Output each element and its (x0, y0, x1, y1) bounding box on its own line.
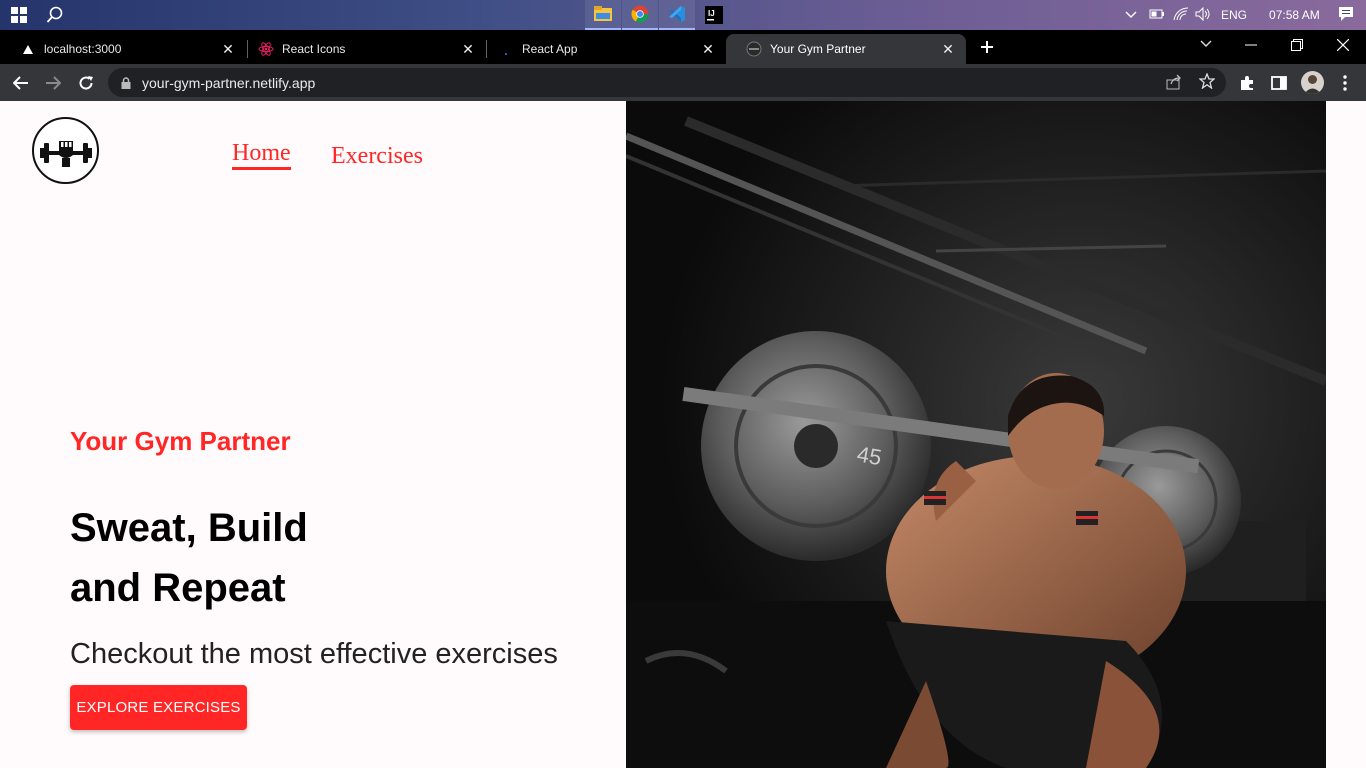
tab-title: React Icons (282, 42, 346, 56)
nav-exercises-link[interactable]: Exercises (331, 142, 423, 170)
close-tab-icon[interactable]: ✕ (220, 41, 236, 57)
minimize-icon[interactable] (1228, 30, 1274, 60)
system-tray: ENG 07:58 AM (1125, 0, 1354, 30)
address-bar[interactable]: your-gym-partner.netlify.app (108, 68, 1226, 97)
hero-brand-title: Your Gym Partner (70, 426, 291, 456)
close-window-icon[interactable] (1320, 30, 1366, 60)
notifications-icon[interactable] (1338, 6, 1354, 25)
side-panel-icon[interactable] (1268, 72, 1290, 94)
triangle-icon (20, 41, 36, 57)
tab-your-gym-partner[interactable]: Your Gym Partner ✕ (726, 34, 966, 64)
gym-favicon (746, 41, 762, 57)
hero-headline: Sweat, Build and Repeat (70, 498, 620, 618)
profile-avatar[interactable] (1301, 71, 1324, 94)
lock-icon[interactable] (121, 76, 131, 94)
file-explorer-icon[interactable] (585, 0, 621, 30)
tab-react-icons[interactable]: React Icons ✕ (238, 34, 486, 64)
browser-tab-strip: localhost:3000 ✕ React Icons ✕ React App… (0, 30, 1366, 64)
reload-icon[interactable] (73, 70, 99, 96)
vscode-icon[interactable] (659, 0, 695, 30)
windows-start-icon[interactable] (8, 4, 30, 26)
tab-title: localhost:3000 (44, 42, 122, 56)
intellij-icon[interactable]: IJ (696, 0, 732, 30)
react-icon (258, 41, 274, 57)
tab-localhost[interactable]: localhost:3000 ✕ (0, 34, 246, 64)
explore-exercises-button[interactable]: EXPLORE EXERCISES (70, 685, 247, 730)
browser-toolbar: your-gym-partner.netlify.app (0, 64, 1366, 101)
language-indicator[interactable]: ENG (1221, 8, 1247, 22)
react-app-icon (498, 41, 514, 57)
battery-icon[interactable] (1149, 8, 1165, 23)
close-tab-icon[interactable]: ✕ (460, 41, 476, 57)
gym-logo[interactable] (32, 117, 99, 184)
search-icon[interactable] (44, 4, 66, 26)
restore-icon[interactable] (1274, 30, 1320, 60)
barbell-squat-photo: 45 (626, 101, 1326, 768)
hero-banner: Your Gym Partner Sweat, Build and Repeat… (70, 426, 620, 730)
headline-line-1: Sweat, Build (70, 506, 308, 550)
svg-text:45: 45 (855, 441, 883, 470)
tab-title: React App (522, 42, 578, 56)
tab-search-chevron-icon[interactable] (1196, 36, 1216, 52)
chevron-up-icon[interactable] (1125, 8, 1139, 22)
chrome-icon[interactable] (622, 0, 658, 30)
close-tab-icon[interactable]: ✕ (940, 41, 956, 57)
forward-icon[interactable] (40, 70, 66, 96)
svg-text:IJ: IJ (708, 9, 715, 18)
nav-home-link[interactable]: Home (232, 139, 291, 170)
clock[interactable]: 07:58 AM (1269, 8, 1320, 22)
close-tab-icon[interactable]: ✕ (700, 41, 716, 57)
extensions-icon[interactable] (1236, 72, 1258, 94)
new-tab-icon[interactable] (976, 36, 998, 58)
hero-subtitle: Checkout the most effective exercises (70, 638, 558, 670)
tab-title: Your Gym Partner (770, 42, 866, 56)
headline-line-2: and Repeat (70, 566, 286, 610)
menu-kebab-icon[interactable] (1334, 72, 1356, 94)
web-page: Home Exercises Your Gym Partner Sweat, B… (0, 101, 1366, 768)
wifi-icon[interactable] (1173, 6, 1189, 24)
hero-banner-image: 45 (626, 101, 1326, 768)
volume-icon[interactable] (1195, 6, 1211, 24)
tab-react-app[interactable]: React App ✕ (478, 34, 726, 64)
bookmark-star-icon[interactable] (1198, 72, 1216, 94)
dumbbell-fist-icon (39, 140, 92, 167)
url-text[interactable]: your-gym-partner.netlify.app (142, 75, 315, 91)
os-taskbar: IJ ENG 07:58 AM (0, 0, 1366, 30)
share-icon[interactable] (1166, 74, 1182, 95)
back-icon[interactable] (8, 70, 34, 96)
